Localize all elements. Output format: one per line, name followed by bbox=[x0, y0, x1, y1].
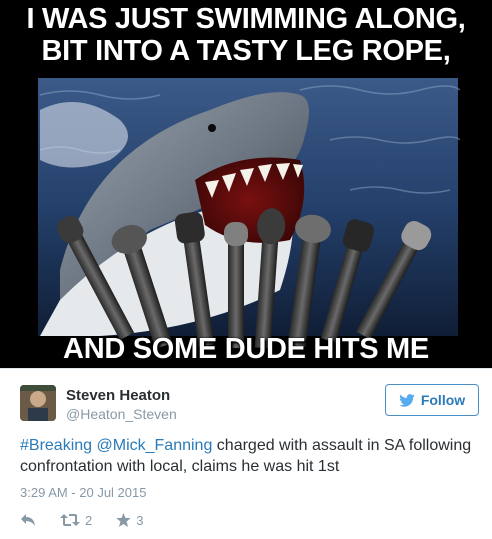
twitter-bird-icon bbox=[399, 393, 415, 407]
follow-label: Follow bbox=[420, 392, 466, 408]
retweet-button[interactable]: 2 bbox=[60, 513, 92, 528]
tweet-timestamp[interactable]: 3:29 AM - 20 Jul 2015 bbox=[20, 485, 146, 500]
retweet-icon bbox=[60, 514, 80, 526]
tweet-actions: 2 3 bbox=[20, 510, 167, 530]
meme-caption-bottom: AND SOME DUDE HITS ME bbox=[63, 333, 429, 365]
reply-icon bbox=[21, 514, 35, 526]
meme-caption-line1: I WAS JUST SWIMMING ALONG, bbox=[26, 3, 466, 35]
avatar-photo bbox=[20, 385, 56, 421]
avatar[interactable] bbox=[20, 385, 56, 421]
meme-image: I WAS JUST SWIMMING ALONG, BIT INTO A TA… bbox=[0, 0, 492, 368]
author-handle[interactable]: @Heaton_Steven bbox=[66, 406, 177, 422]
favorite-button[interactable]: 3 bbox=[116, 513, 143, 528]
follow-button[interactable]: Follow bbox=[385, 384, 479, 416]
reply-button[interactable] bbox=[20, 513, 36, 527]
favorite-count: 3 bbox=[136, 512, 144, 528]
tweet-text: #Breaking @Mick_Fanning charged with ass… bbox=[20, 435, 480, 477]
retweet-count: 2 bbox=[85, 512, 93, 528]
author-name[interactable]: Steven Heaton bbox=[66, 387, 170, 404]
mention-link[interactable]: @Mick_Fanning bbox=[97, 437, 213, 454]
hashtag-link[interactable]: #Breaking bbox=[20, 437, 92, 454]
tweet-card: Steven Heaton @Heaton_Steven Follow #Bre… bbox=[0, 368, 492, 539]
star-icon bbox=[116, 513, 132, 527]
meme-caption-line2: BIT INTO A TASTY LEG ROPE, bbox=[41, 35, 451, 67]
